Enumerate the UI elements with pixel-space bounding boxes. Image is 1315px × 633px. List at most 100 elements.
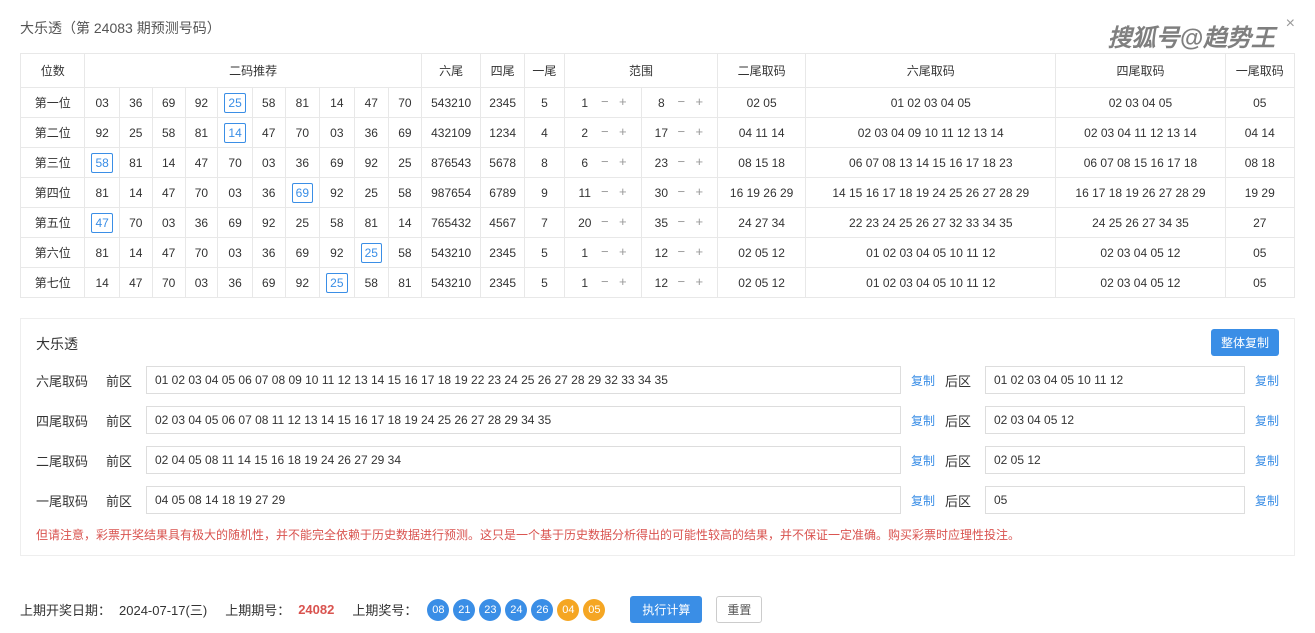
one-pick-cell: 05	[1225, 238, 1294, 268]
panel-title: 大乐透	[36, 334, 1279, 366]
code-num: 58	[91, 153, 112, 173]
range-low-dec[interactable]: −	[598, 156, 612, 170]
range-low-inc[interactable]: +	[616, 126, 630, 140]
reset-button[interactable]: 重置	[716, 596, 762, 623]
code-num: 58	[395, 184, 415, 202]
copy-all-button[interactable]: 整体复制	[1211, 329, 1279, 356]
four-tail-cell: 1234	[481, 118, 524, 148]
code-num: 69	[327, 154, 347, 172]
summary-back-input[interactable]	[985, 486, 1245, 514]
range-high-dec[interactable]: −	[674, 126, 688, 140]
summary-front-input[interactable]	[146, 366, 901, 394]
summary-front-label: 前区	[106, 491, 136, 510]
code-num: 14	[395, 214, 415, 232]
col-one-tail: 一尾	[524, 54, 564, 88]
code-num: 36	[225, 274, 245, 292]
range-high-dec[interactable]: −	[674, 216, 688, 230]
range-low-inc[interactable]: +	[616, 156, 630, 170]
four-pick-cell: 02 03 04 05	[1056, 88, 1225, 118]
code-cell: 14	[218, 118, 252, 148]
summary-front-input[interactable]	[146, 486, 901, 514]
range-high-dec[interactable]: −	[674, 246, 688, 260]
range-low-inc[interactable]: +	[616, 246, 630, 260]
copy-back-link[interactable]: 复制	[1255, 492, 1279, 509]
ball-blue: 08	[427, 599, 449, 621]
code-cell: 36	[119, 88, 152, 118]
copy-front-link[interactable]: 复制	[911, 452, 935, 469]
code-num: 47	[159, 184, 179, 202]
four-pick-cell: 16 17 18 19 26 27 28 29	[1056, 178, 1225, 208]
range-high-inc[interactable]: +	[692, 216, 706, 230]
summary-front-input[interactable]	[146, 446, 901, 474]
code-num: 03	[191, 274, 211, 292]
range-low-dec[interactable]: −	[598, 246, 612, 260]
four-tail-cell: 6789	[481, 178, 524, 208]
range-high-inc[interactable]: +	[692, 96, 706, 110]
range-low-inc[interactable]: +	[616, 276, 630, 290]
code-cell: 58	[320, 208, 354, 238]
code-num: 92	[92, 124, 112, 142]
range-high-inc[interactable]: +	[692, 156, 706, 170]
code-num: 25	[126, 124, 146, 142]
six-tail-cell: 543210	[421, 88, 481, 118]
range-low-dec[interactable]: −	[598, 276, 612, 290]
code-cell: 47	[354, 88, 388, 118]
range-high-dec[interactable]: −	[674, 276, 688, 290]
code-cell: 58	[85, 148, 119, 178]
range-low-inc[interactable]: +	[616, 186, 630, 200]
range-high-dec[interactable]: −	[674, 96, 688, 110]
summary-back-input[interactable]	[985, 446, 1245, 474]
code-cell: 03	[252, 148, 285, 178]
code-cell: 70	[285, 118, 319, 148]
range-high-dec[interactable]: −	[674, 156, 688, 170]
code-cell: 92	[285, 268, 319, 298]
range-high-dec[interactable]: −	[674, 186, 688, 200]
four-pick-cell: 24 25 26 27 34 35	[1056, 208, 1225, 238]
col-six-pick: 六尾取码	[806, 54, 1056, 88]
range-low-val: 1	[576, 276, 594, 290]
execute-button[interactable]: 执行计算	[630, 596, 702, 623]
row-pos: 第二位	[21, 118, 85, 148]
code-num: 25	[326, 273, 347, 293]
copy-front-link[interactable]: 复制	[911, 372, 935, 389]
copy-back-link[interactable]: 复制	[1255, 372, 1279, 389]
code-num: 36	[259, 184, 279, 202]
code-num: 92	[327, 184, 347, 202]
copy-front-link[interactable]: 复制	[911, 412, 935, 429]
six-pick-cell: 22 23 24 25 26 27 32 33 34 35	[806, 208, 1056, 238]
code-num: 92	[292, 274, 312, 292]
code-num: 03	[225, 184, 245, 202]
range-low-cell: 1−+	[564, 238, 641, 268]
code-cell: 58	[354, 268, 388, 298]
range-low-val: 2	[576, 126, 594, 140]
table-row: 第七位14477003366992255881543210234551−+12−…	[21, 268, 1295, 298]
code-cell: 81	[354, 208, 388, 238]
copy-front-link[interactable]: 复制	[911, 492, 935, 509]
code-cell: 69	[320, 148, 354, 178]
code-num: 25	[361, 184, 381, 202]
copy-back-link[interactable]: 复制	[1255, 412, 1279, 429]
two-pick-cell: 02 05	[718, 88, 806, 118]
range-high-inc[interactable]: +	[692, 186, 706, 200]
copy-back-link[interactable]: 复制	[1255, 452, 1279, 469]
range-high-val: 23	[652, 156, 670, 170]
range-high-cell: 17−+	[641, 118, 718, 148]
range-low-dec[interactable]: −	[598, 96, 612, 110]
table-row: 第六位81144770033669922558543210234551−+12−…	[21, 238, 1295, 268]
range-low-inc[interactable]: +	[616, 96, 630, 110]
code-cell: 70	[218, 148, 252, 178]
summary-front-input[interactable]	[146, 406, 901, 434]
range-low-cell: 2−+	[564, 118, 641, 148]
range-high-inc[interactable]: +	[692, 126, 706, 140]
range-high-inc[interactable]: +	[692, 246, 706, 260]
range-low-dec[interactable]: −	[598, 126, 612, 140]
range-low-dec[interactable]: −	[598, 216, 612, 230]
summary-label: 一尾取码	[36, 491, 96, 510]
range-low-inc[interactable]: +	[616, 216, 630, 230]
summary-back-input[interactable]	[985, 406, 1245, 434]
summary-back-input[interactable]	[985, 366, 1245, 394]
close-icon[interactable]: ×	[1286, 15, 1295, 33]
range-high-inc[interactable]: +	[692, 276, 706, 290]
range-low-dec[interactable]: −	[598, 186, 612, 200]
two-pick-cell: 08 15 18	[718, 148, 806, 178]
